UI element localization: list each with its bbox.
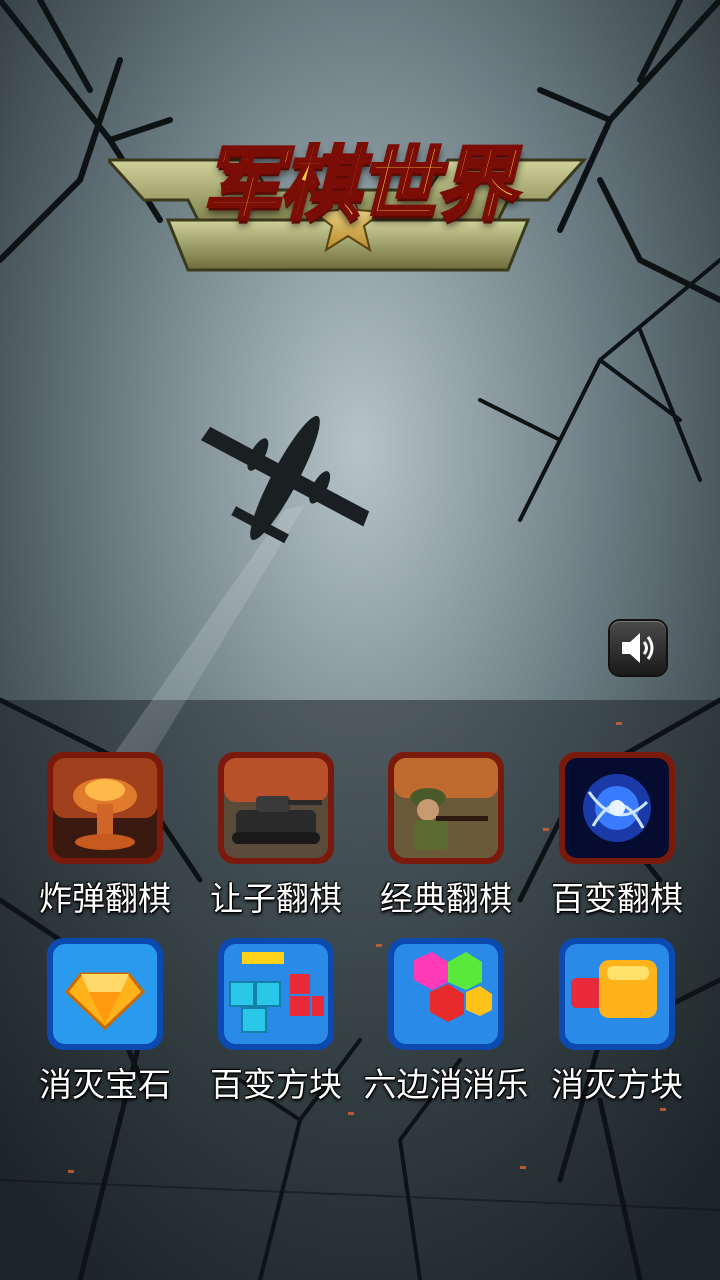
game-label: 炸弹翻棋 <box>39 879 171 918</box>
game-label: 消灭宝石 <box>39 1065 171 1104</box>
game-bomb-flip[interactable]: 炸弹翻棋 <box>20 752 190 924</box>
speaker-icon <box>622 633 654 663</box>
logo-title: 军棋世界 <box>201 137 518 233</box>
tank-icon <box>218 752 334 864</box>
game-variety-flip[interactable]: 百变翻棋 <box>532 752 702 924</box>
ember-particle <box>348 1112 354 1115</box>
game-variety-blocks[interactable]: 百变方块 <box>191 938 361 1110</box>
game-label: 消灭方块 <box>551 1065 683 1104</box>
game-hexagon-match[interactable]: 六边消消乐 <box>361 938 531 1110</box>
mushroom-cloud-icon <box>47 752 163 864</box>
hexagon-icon <box>388 938 504 1050</box>
game-eliminate-blocks[interactable]: 消灭方块 <box>532 938 702 1110</box>
blocks-icon <box>218 938 334 1050</box>
ember-particle <box>520 1166 526 1169</box>
game-label: 六边消消乐 <box>363 1065 529 1104</box>
game-label: 百变翻棋 <box>551 879 683 918</box>
cubes-icon <box>559 938 675 1050</box>
game-label: 经典翻棋 <box>380 879 512 918</box>
energy-sphere-icon <box>559 752 675 864</box>
game-handicap-flip[interactable]: 让子翻棋 <box>191 752 361 924</box>
ember-particle <box>616 722 622 725</box>
game-logo: 军棋世界 <box>104 110 588 280</box>
game-classic-flip[interactable]: 经典翻棋 <box>361 752 531 924</box>
game-label: 百变方块 <box>210 1065 342 1104</box>
ember-particle <box>68 1170 74 1173</box>
gem-icon <box>47 938 163 1050</box>
game-label: 让子翻棋 <box>210 879 342 918</box>
game-eliminate-gems[interactable]: 消灭宝石 <box>20 938 190 1110</box>
sound-toggle-button[interactable] <box>610 621 666 675</box>
soldier-icon <box>388 752 504 864</box>
